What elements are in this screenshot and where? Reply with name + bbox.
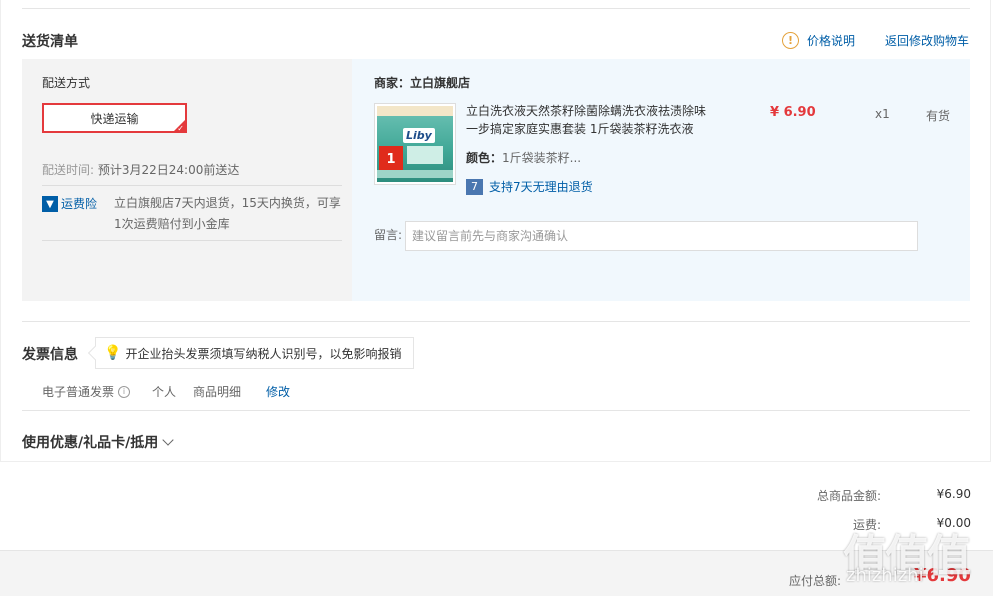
package-stripe [407,146,443,164]
invoice-content: 商品明细 [193,385,242,399]
return-policy-text: 支持7天无理由退货 [489,180,593,194]
divider [22,321,970,322]
price-note-label: 价格说明 [807,34,856,48]
price-note-link[interactable]: ! 价格说明 [782,32,855,49]
tooltip-arrow [87,345,103,361]
product-column: 商家：立白旗舰店 Liby 1 立白洗衣液天然茶籽除菌除螨洗衣液祛渍除味一步搞定… [352,59,970,301]
delivery-list-title: 送货清单 [22,34,78,50]
product-color-value: 1斤袋装茶籽... [502,151,582,165]
goods-total-value: ¥6.90 [936,487,971,501]
invoice-holder: 个人 [152,385,177,399]
shipping-column: 配送方式 快递运输 ✓ 配送时间: 预计3月22日24:00前送达 ▼ 运费险 … [22,59,352,301]
product-image-art: Liby 1 [377,106,453,182]
goods-total-row: 总商品金额: ¥6.90 [781,487,971,504]
express-shipping-option[interactable]: 快递运输 ✓ [42,103,187,133]
watermark-text: zhizhizhi [846,565,924,586]
top-divider [22,8,970,9]
invoice-tip-text: 开企业抬头发票须填写纳税人识别号，以免影响报销 [125,346,402,361]
message-input[interactable] [405,221,918,251]
freight-insurance-link[interactable]: 运费险 [61,195,97,212]
divider [42,240,342,241]
product-color-label: 颜色： [466,151,503,165]
info-icon[interactable]: i [118,385,131,398]
freight-insurance-text: 立白旗舰店7天内退货，15天内换货，可享1次运费赔付到小金库 [114,196,341,231]
stock-status: 有货 [926,109,951,123]
shipping-method-label: 配送方式 [42,76,91,90]
back-to-cart-link[interactable]: 返回修改购物车 [885,32,969,49]
product-price: ¥ 6.90 [770,105,816,120]
goods-total-label: 总商品金额: [816,489,881,503]
divider [22,410,970,411]
invoice-edit-link[interactable]: 修改 [266,383,290,400]
package-red-badge: 1 [379,146,403,172]
payable-label: 应付总额: [789,574,842,588]
return-policy: 7 支持7天无理由退货 [466,178,593,195]
lightbulb-icon: 💡 [104,345,122,361]
shield-icon: ▼ [42,196,58,212]
coupon-title: 使用优惠/礼品卡/抵用 [22,435,159,451]
divider [42,185,342,186]
check-icon: ✓ [177,124,184,133]
delivery-time-label: 配送时间: [42,163,95,177]
product-quantity: x1 [875,107,890,121]
merchant-name: 商家：立白旗舰店 [374,76,471,90]
product-image[interactable]: Liby 1 [374,103,456,185]
liby-logo: Liby [403,128,435,143]
page-frame-left [0,0,1,462]
message-label: 留言: [374,228,403,242]
product-color: 颜色：1斤袋装茶籽... [466,149,581,166]
delivery-time: 配送时间: 预计3月22日24:00前送达 [42,161,239,178]
package-band [377,106,453,116]
invoice-tip: 💡 开企业抬头发票须填写纳税人识别号，以免影响报销 [87,337,415,369]
divider [0,461,991,462]
coupon-toggle[interactable]: 使用优惠/礼品卡/抵用 [22,432,174,452]
seven-day-return-icon: 7 [466,178,483,195]
invoice-title: 发票信息 [22,347,78,363]
express-shipping-label: 快递运输 [90,111,139,126]
product-name-link[interactable]: 立白洗衣液天然茶籽除菌除螨洗衣液祛渍除味一步搞定家庭实惠套装 1斤袋装茶籽洗衣液 [466,102,716,138]
invoice-type: 电子普通发票 i [42,383,131,400]
page-frame-right [990,0,991,462]
chevron-down-icon [162,434,174,446]
invoice-type-label: 电子普通发票 [42,385,115,399]
package-bottom-band [377,170,453,178]
delivery-panel: 配送方式 快递运输 ✓ 配送时间: 预计3月22日24:00前送达 ▼ 运费险 … [22,59,970,301]
exclamation-icon: ! [782,32,799,49]
delivery-time-value: 预计3月22日24:00前送达 [97,163,240,177]
